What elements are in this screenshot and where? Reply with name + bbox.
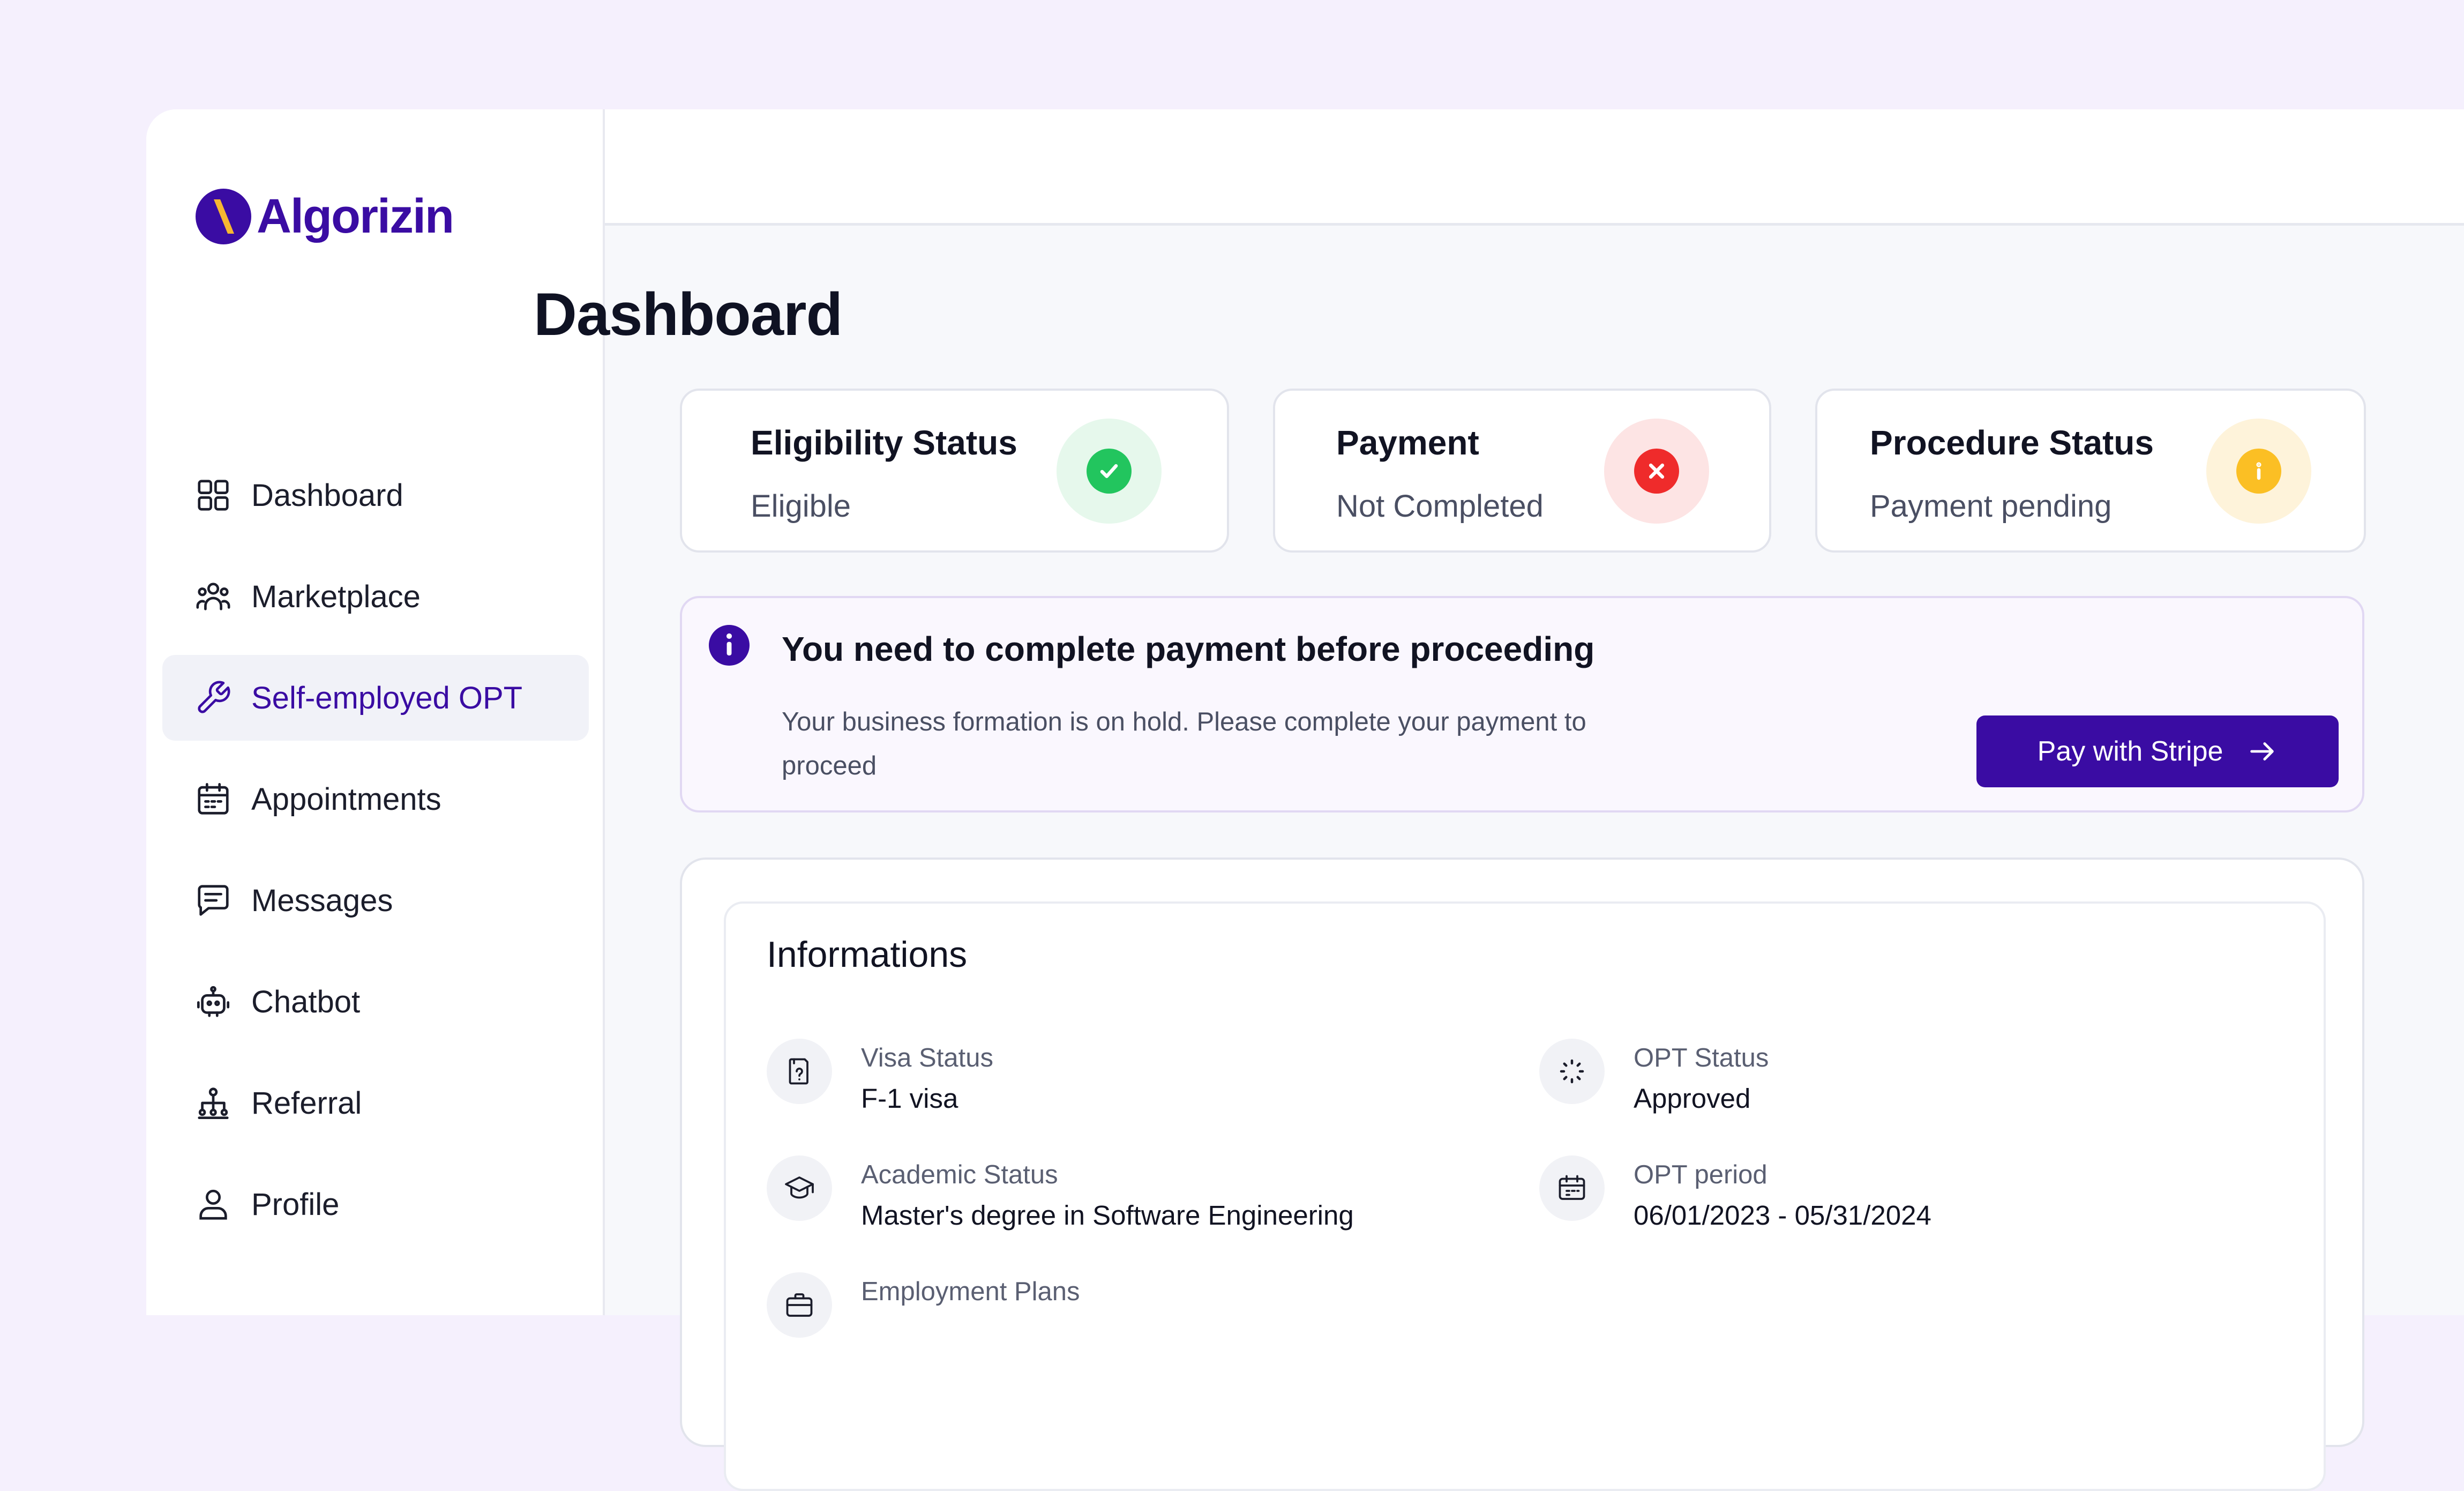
status-card-title: Eligibility Status — [751, 423, 1017, 462]
sidebar-item-appointments[interactable]: Appointments — [162, 756, 589, 842]
sidebar-item-self-employed-opt[interactable]: Self-employed OPT — [162, 655, 589, 741]
info-value: 06/01/2023 - 05/31/2024 — [1634, 1200, 1931, 1231]
info-panel: Informations Visa Status F-1 visa OPT St… — [680, 858, 2364, 1491]
arrow-right-icon — [2250, 742, 2274, 761]
info-label: Visa Status — [861, 1043, 993, 1072]
graduation-cap-icon — [767, 1155, 832, 1221]
status-badge — [2206, 419, 2311, 524]
info-icon — [709, 625, 750, 666]
page-title: Dashboard — [534, 281, 843, 348]
sidebar-item-dashboard[interactable]: Dashboard — [162, 452, 589, 538]
robot-icon — [194, 983, 232, 1020]
status-card-value: Not Completed — [1336, 489, 1544, 524]
sidebar-item-referral[interactable]: Referral — [162, 1060, 589, 1146]
sidebar-item-chatbot[interactable]: Chatbot — [162, 959, 589, 1045]
sidebar-item-label: Marketplace — [251, 579, 421, 614]
status-badge — [1057, 419, 1162, 524]
sidebar-item-label: Dashboard — [251, 478, 403, 513]
status-card-title: Procedure Status — [1870, 423, 2154, 462]
calendar-icon — [1539, 1155, 1605, 1221]
loading-icon — [1539, 1039, 1605, 1104]
info-label: OPT period — [1634, 1160, 1768, 1189]
status-card-payment: Payment Not Completed — [1273, 389, 1771, 553]
grid-icon — [194, 476, 232, 514]
button-label: Pay with Stripe — [2037, 736, 2223, 767]
network-icon — [194, 1084, 232, 1122]
sidebar-item-label: Messages — [251, 883, 393, 918]
status-card-procedure: Procedure Status Payment pending — [1815, 389, 2366, 553]
alert-body: Your business formation is on hold. Plea… — [782, 707, 1586, 780]
sidebar-item-label: Referral — [251, 1085, 362, 1121]
sidebar-nav: Dashboard Marketplace Self-employed OPT … — [162, 452, 589, 1263]
info-title: Informations — [767, 934, 968, 975]
status-card-value: Payment pending — [1870, 489, 2112, 524]
sidebar-item-label: Self-employed OPT — [251, 680, 523, 715]
status-badge — [1604, 419, 1709, 524]
info-card: Informations Visa Status F-1 visa OPT St… — [724, 901, 2326, 1491]
info-value: Approved — [1634, 1083, 1751, 1114]
status-card-eligibility: Eligibility Status Eligible — [680, 389, 1229, 553]
info-label: Employment Plans — [861, 1277, 1080, 1306]
sidebar-item-label: Profile — [251, 1187, 340, 1222]
sidebar-item-label: Chatbot — [251, 984, 361, 1019]
sidebar-item-profile[interactable]: Profile — [162, 1161, 589, 1247]
passport-icon — [767, 1039, 832, 1104]
sidebar-item-label: Appointments — [251, 781, 441, 817]
logo-text: Algorizin — [257, 189, 454, 243]
pay-with-stripe-button[interactable]: Pay with Stripe — [1976, 715, 2339, 787]
info-label: Academic Status — [861, 1160, 1058, 1189]
briefcase-icon — [767, 1272, 832, 1338]
payment-alert: You need to complete payment before proc… — [680, 596, 2364, 812]
logo-mark-icon — [196, 189, 251, 244]
status-card-value: Eligible — [751, 489, 851, 524]
user-icon — [194, 1186, 232, 1223]
top-header — [605, 109, 2464, 226]
close-icon — [1634, 449, 1679, 494]
sidebar-item-marketplace[interactable]: Marketplace — [162, 554, 589, 639]
check-icon — [1087, 449, 1132, 494]
info-label: OPT Status — [1634, 1043, 1769, 1072]
alert-title: You need to complete payment before proc… — [782, 630, 1595, 668]
message-icon — [194, 882, 232, 919]
info-value: F-1 visa — [861, 1083, 958, 1114]
sidebar-item-messages[interactable]: Messages — [162, 858, 589, 943]
info-icon — [2236, 449, 2281, 494]
info-value: Master's degree in Software Engineering — [861, 1200, 1354, 1231]
status-card-title: Payment — [1336, 423, 1479, 462]
calendar-icon — [194, 780, 232, 818]
wrench-icon — [194, 679, 232, 717]
users-icon — [194, 578, 232, 615]
logo[interactable]: Algorizin — [196, 184, 454, 249]
